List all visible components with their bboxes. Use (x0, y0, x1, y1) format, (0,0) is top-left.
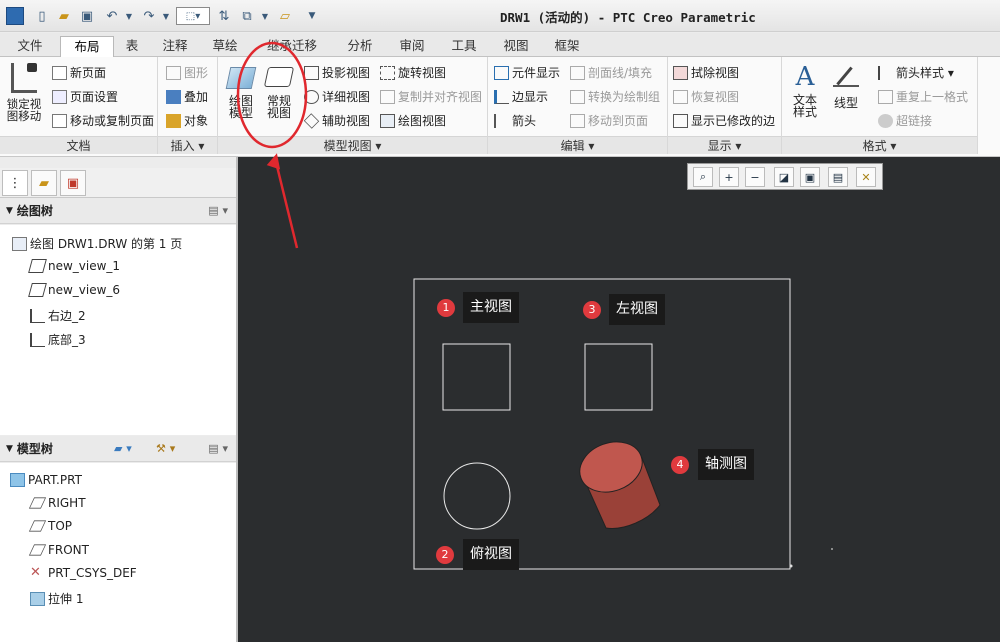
canvas-dot (831, 548, 833, 550)
highlight-arrow-head (266, 153, 281, 170)
callout-front-view: 主视图 (463, 292, 519, 323)
callout-number: 1 (437, 299, 455, 317)
callout-left-view: 左视图 (609, 294, 665, 325)
callout-number: 2 (436, 546, 454, 564)
top-view-circle (443, 462, 511, 530)
callout-isometric-view: 轴测图 (698, 449, 754, 480)
callout-top-view: 俯视图 (463, 539, 519, 570)
sheet-corner-dot (789, 564, 793, 568)
left-view-square (584, 343, 653, 411)
callout-number: 4 (671, 456, 689, 474)
front-view-square (442, 343, 511, 411)
isometric-cylinder (579, 441, 661, 529)
highlight-arrow-line (274, 161, 299, 249)
callout-number: 3 (583, 301, 601, 319)
highlight-circle (236, 41, 308, 149)
